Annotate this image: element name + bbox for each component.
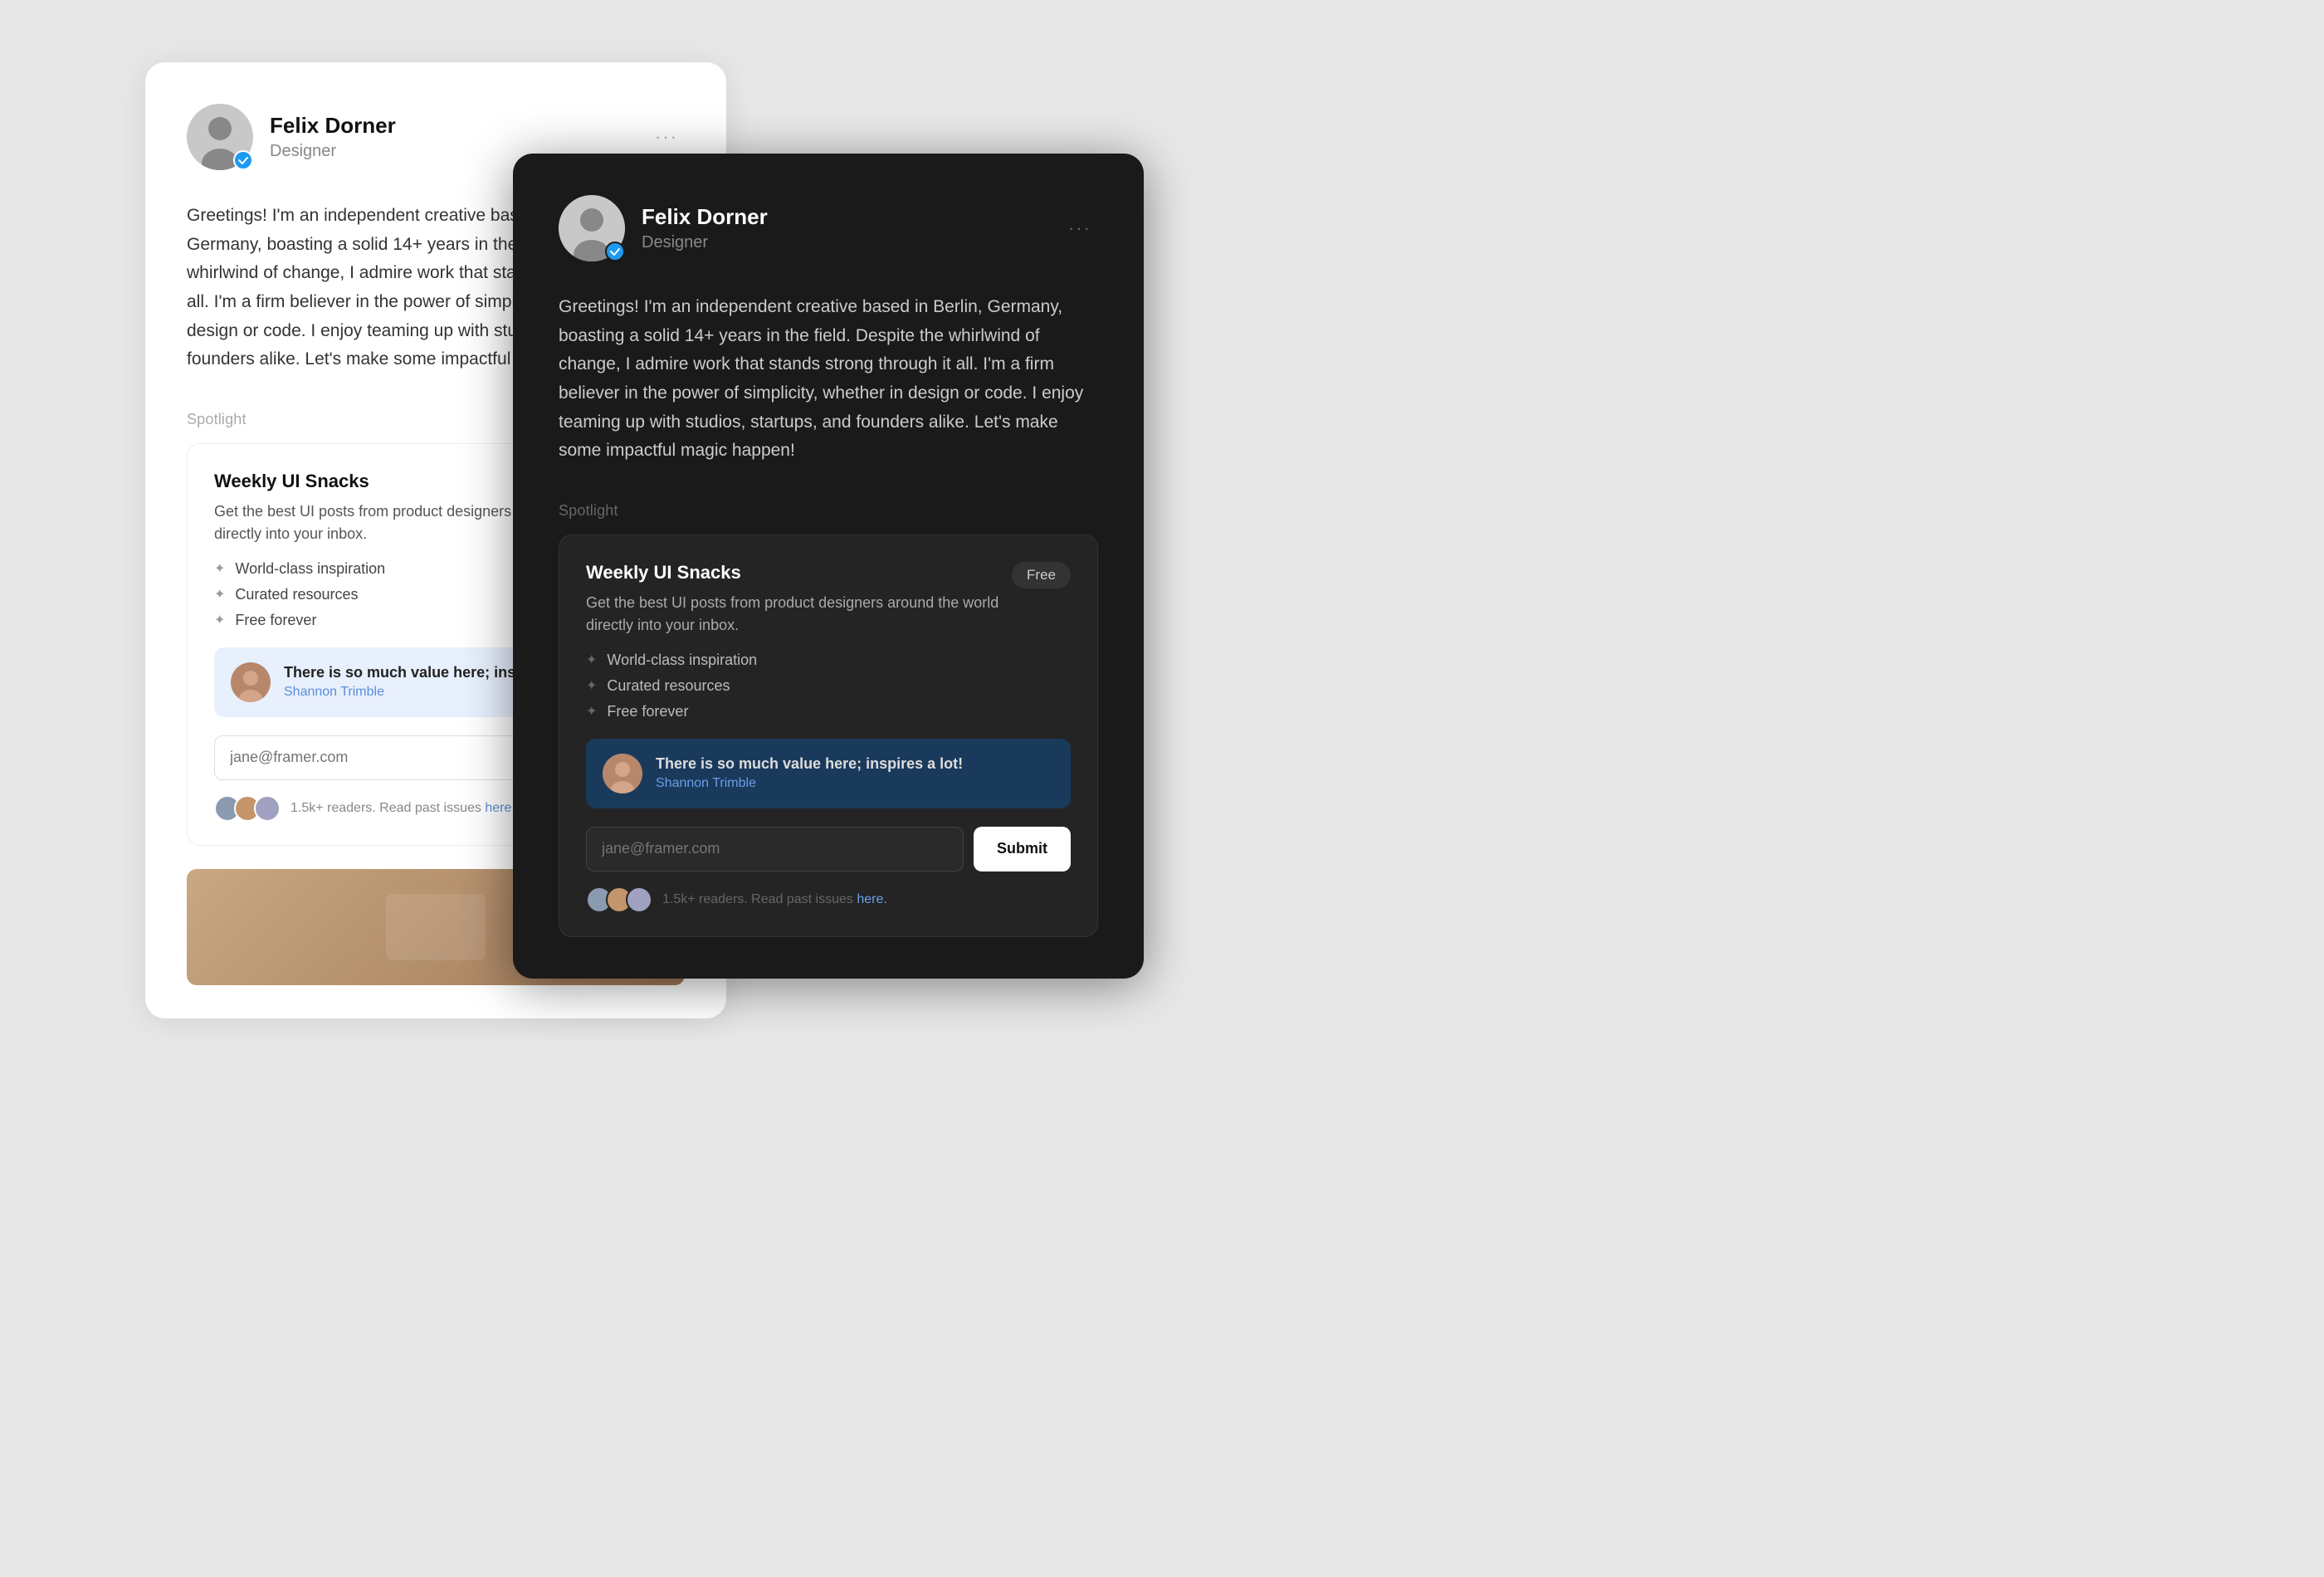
dark-feature-label-2: Curated resources <box>607 677 730 695</box>
dark-profile-left: Felix Dorner Designer <box>559 195 768 261</box>
dark-reader-avatars <box>586 886 652 913</box>
dark-more-options-button[interactable]: ··· <box>1062 210 1098 247</box>
more-options-button[interactable]: ··· <box>648 119 685 155</box>
dark-bio-text: Greetings! I'm an independent creative b… <box>559 293 1098 466</box>
dark-profile-section: Felix Dorner Designer ··· <box>559 195 1098 261</box>
sparkle-icon: ✦ <box>214 560 225 577</box>
reader-avatar <box>254 795 281 822</box>
dark-verified-badge-icon <box>605 242 625 261</box>
dark-spotlight-card: Weekly UI Snacks Get the best UI posts f… <box>559 535 1098 937</box>
dark-feature-label-3: Free forever <box>607 703 688 720</box>
reader-avatars <box>214 795 281 822</box>
dark-newsletter-desc: Get the best UI posts from product desig… <box>586 592 1001 637</box>
dark-testimonial-name: Shannon Trimble <box>656 776 963 791</box>
dark-profile-role: Designer <box>642 233 768 252</box>
profile-left: Felix Dorner Designer <box>187 104 396 170</box>
dark-readers-link[interactable]: here. <box>857 892 886 906</box>
dark-readers-row: 1.5k+ readers. Read past issues here. <box>586 886 1071 913</box>
dark-features-list: ✦ World-class inspiration ✦ Curated reso… <box>586 652 1071 720</box>
testimonial-avatar <box>231 662 271 702</box>
feature-label-1: World-class inspiration <box>235 560 385 578</box>
verified-badge-icon <box>233 150 253 170</box>
profile-role: Designer <box>270 142 396 161</box>
sparkle-icon: ✦ <box>586 703 597 720</box>
dark-spotlight-title-area: Weekly UI Snacks Get the best UI posts f… <box>586 562 1001 637</box>
sparkle-icon: ✦ <box>586 677 597 694</box>
readers-text: 1.5k+ readers. Read past issues here. <box>290 801 515 816</box>
list-item: ✦ World-class inspiration <box>586 652 1071 669</box>
feature-label-2: Curated resources <box>235 586 358 603</box>
dark-readers-text: 1.5k+ readers. Read past issues here. <box>662 892 887 907</box>
dark-testimonial-content: There is so much value here; inspires a … <box>656 755 963 791</box>
dark-newsletter-title: Weekly UI Snacks <box>586 562 1001 583</box>
dark-testimonial-avatar <box>603 754 642 793</box>
profile-info: Felix Dorner Designer <box>270 113 396 160</box>
list-item: ✦ Curated resources <box>586 677 1071 695</box>
sparkle-icon: ✦ <box>214 612 225 628</box>
profile-name: Felix Dorner <box>270 113 396 139</box>
dark-email-row: Submit <box>586 827 1071 872</box>
dark-free-badge: Free <box>1012 562 1071 588</box>
sparkle-icon: ✦ <box>214 586 225 603</box>
dark-avatar <box>559 195 625 261</box>
dark-spotlight-label: Spotlight <box>559 502 1098 520</box>
dark-testimonial-row: There is so much value here; inspires a … <box>586 739 1071 808</box>
dark-testimonial-quote: There is so much value here; inspires a … <box>656 755 963 773</box>
dark-spotlight-header: Weekly UI Snacks Get the best UI posts f… <box>586 562 1071 637</box>
feature-label-3: Free forever <box>235 612 316 629</box>
readers-link[interactable]: here. <box>485 801 515 815</box>
dark-profile-card: Felix Dorner Designer ··· Greetings! I'm… <box>513 154 1144 979</box>
dark-reader-avatar <box>626 886 652 913</box>
list-item: ✦ Free forever <box>586 703 1071 720</box>
avatar <box>187 104 253 170</box>
dark-profile-info: Felix Dorner Designer <box>642 204 768 251</box>
dark-submit-button[interactable]: Submit <box>974 827 1071 872</box>
dark-profile-name: Felix Dorner <box>642 204 768 230</box>
dark-email-input[interactable] <box>586 827 964 872</box>
dark-feature-label-1: World-class inspiration <box>607 652 757 669</box>
email-input[interactable] <box>214 735 550 780</box>
sparkle-icon: ✦ <box>586 652 597 668</box>
